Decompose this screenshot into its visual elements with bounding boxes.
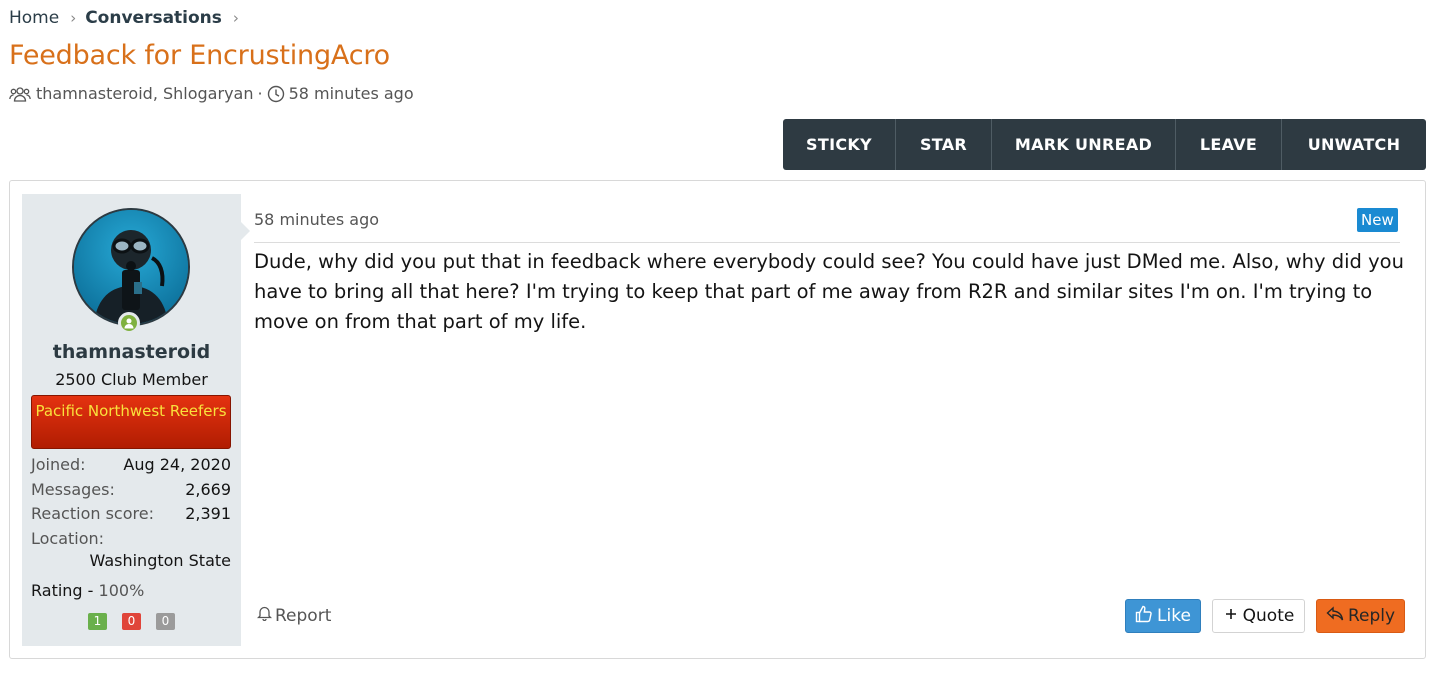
online-status-icon xyxy=(118,312,140,334)
location-value[interactable]: Washington State xyxy=(90,551,231,570)
message-arrow xyxy=(241,222,250,240)
meta-separator: · xyxy=(257,84,263,103)
star-button[interactable]: STAR xyxy=(896,119,992,170)
stat-value: Aug 24, 2020 xyxy=(123,455,231,474)
stat-label: Location: xyxy=(31,529,105,548)
conversation-time: 58 minutes ago xyxy=(288,84,414,103)
thumbs-up-icon xyxy=(1135,605,1157,628)
quote-button[interactable]: Quote xyxy=(1212,599,1305,633)
breadcrumb-separator: › xyxy=(70,9,77,27)
rating: Rating - 100% xyxy=(31,581,144,600)
user-title: 2500 Club Member xyxy=(55,370,208,389)
participants: thamnasteroid, Shlogaryan xyxy=(36,84,254,103)
page-title: Feedback for EncrustingAcro xyxy=(9,40,390,71)
breadcrumb-conversations[interactable]: Conversations xyxy=(85,8,222,28)
bell-icon xyxy=(256,605,275,626)
report-link[interactable]: Report xyxy=(256,605,332,626)
unwatch-button[interactable]: UNWATCH xyxy=(1282,119,1426,170)
breadcrumb: Home › Conversations › xyxy=(9,8,248,28)
stat-label: Joined: xyxy=(31,455,86,474)
divider xyxy=(254,242,1400,243)
user-banner: Pacific Northwest Reefers xyxy=(31,395,231,449)
message-body: Dude, why did you put that in feedback w… xyxy=(254,250,1404,333)
breadcrumb-separator: › xyxy=(232,9,239,27)
username[interactable]: thamnasteroid xyxy=(22,341,241,363)
mark-unread-button[interactable]: MARK UNREAD xyxy=(992,119,1176,170)
reply-button[interactable]: Reply xyxy=(1316,599,1405,633)
quote-label: Quote xyxy=(1242,606,1295,626)
stat-joined: Joined: Aug 24, 2020 xyxy=(31,455,231,474)
users-icon xyxy=(9,86,31,102)
leave-button[interactable]: LEAVE xyxy=(1176,119,1282,170)
stat-reaction-score: Reaction score: 2,391 xyxy=(31,504,231,523)
sticky-button[interactable]: STICKY xyxy=(783,119,896,170)
stat-location: Location: xyxy=(31,529,231,548)
stat-messages: Messages: 2,669 xyxy=(31,480,231,499)
like-button[interactable]: Like xyxy=(1125,599,1201,633)
neutral-count[interactable]: 0 xyxy=(156,613,175,630)
reply-icon xyxy=(1326,605,1348,627)
stat-label: Messages: xyxy=(31,480,115,499)
like-label: Like xyxy=(1157,606,1191,626)
positive-count[interactable]: 1 xyxy=(88,613,107,630)
conversation-actions: STICKY STAR MARK UNREAD LEAVE UNWATCH xyxy=(783,119,1426,170)
plus-icon xyxy=(1223,606,1243,627)
rating-label: Rating - xyxy=(31,581,99,600)
new-badge: New xyxy=(1357,208,1398,232)
negative-count[interactable]: 0 xyxy=(122,613,141,630)
breadcrumb-home[interactable]: Home xyxy=(9,8,59,28)
clock-icon xyxy=(267,85,285,103)
conversation-meta: thamnasteroid, Shlogaryan · 58 minutes a… xyxy=(9,84,414,103)
message: thamnasteroid 2500 Club Member Pacific N… xyxy=(9,180,1426,659)
reply-label: Reply xyxy=(1347,606,1396,626)
stat-label: Reaction score: xyxy=(31,504,154,523)
avatar[interactable] xyxy=(72,208,190,326)
user-info: thamnasteroid 2500 Club Member Pacific N… xyxy=(22,194,241,646)
stat-value: 2,391 xyxy=(185,504,231,523)
stat-value[interactable]: 2,669 xyxy=(185,480,231,499)
rating-counts: 1 0 0 xyxy=(88,613,190,630)
report-label: Report xyxy=(275,605,332,626)
rating-value: 100% xyxy=(98,581,145,600)
message-time[interactable]: 58 minutes ago xyxy=(254,210,379,229)
